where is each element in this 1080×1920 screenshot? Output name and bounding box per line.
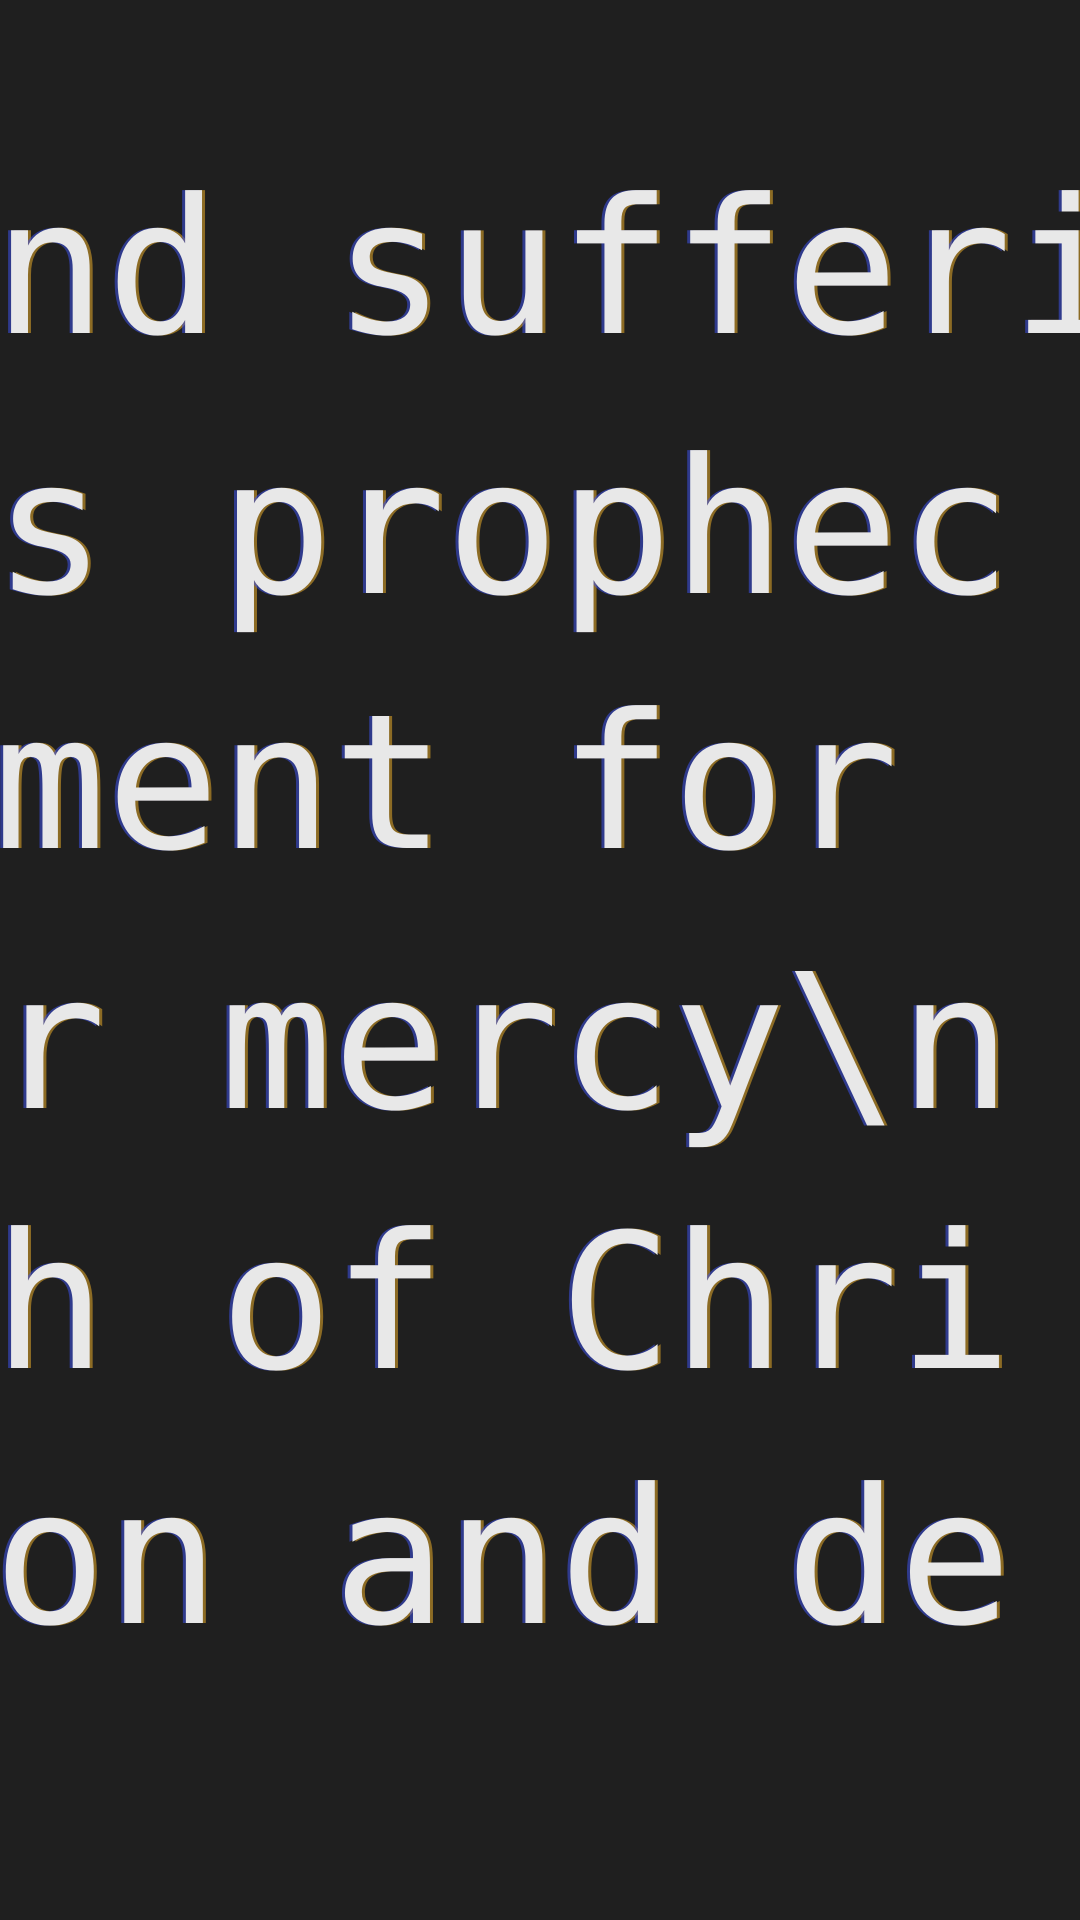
text-editor-pane[interactable]: and sufferi ’s prophec rment for or merc… <box>0 0 1080 1920</box>
code-line[interactable]: and sufferi <box>0 175 1080 363</box>
code-line[interactable]: ion and de <box>0 1465 1012 1653</box>
code-line[interactable]: ’s prophec <box>0 435 1012 623</box>
code-line[interactable]: rment for <box>0 690 1012 878</box>
code-line[interactable]: th of Chri <box>0 1210 1012 1398</box>
code-line[interactable]: or mercy\n <box>0 950 1012 1138</box>
